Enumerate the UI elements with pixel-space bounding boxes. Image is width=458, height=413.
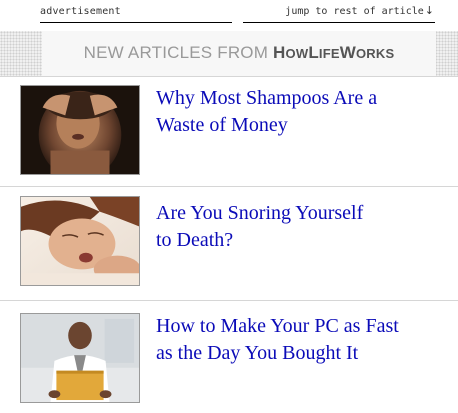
article-title-line[interactable]: How to Make Your PC as Fast [156, 315, 399, 337]
brand-name: HOWLIFEWORKS [273, 43, 395, 62]
jump-to-article-label[interactable]: jump to rest of article [285, 6, 423, 17]
article-title-line[interactable]: as the Day You Bought It [156, 342, 358, 364]
article-title-line[interactable]: to Death? [156, 229, 233, 251]
article-title-line[interactable]: Waste of Money [156, 114, 288, 136]
article-title-line[interactable]: Are You Snoring Yourself [156, 202, 363, 224]
jump-to-article-link[interactable]: jump to rest of article↓ [236, 4, 434, 17]
woman-shampoo-photo[interactable] [20, 85, 140, 175]
top-bar: advertisement jump to rest of article↓ [0, 0, 458, 30]
section-title-prefix: NEW ARTICLES FROM [83, 43, 274, 62]
section-title: NEW ARTICLES FROM HOWLIFEWORKS [42, 43, 436, 63]
advertisement-underline [40, 22, 232, 23]
article-item-snoring[interactable]: Are You Snoring Yourself to Death? [0, 187, 458, 300]
article-title-line[interactable]: Why Most Shampoos Are a [156, 87, 377, 109]
article-item-pc-speed[interactable]: How to Make Your PC as Fast as the Day Y… [0, 301, 458, 413]
article-title-pc-speed[interactable]: How to Make Your PC as Fast as the Day Y… [156, 313, 446, 367]
down-arrow-icon[interactable]: ↓ [425, 4, 434, 17]
section-header-panel: NEW ARTICLES FROM HOWLIFEWORKS [42, 31, 436, 76]
article-title-snoring[interactable]: Are You Snoring Yourself to Death? [156, 200, 446, 254]
jump-link-underline [243, 22, 435, 23]
section-header: NEW ARTICLES FROM HOWLIFEWORKS [0, 31, 458, 76]
advertisement-label: advertisement [40, 6, 121, 17]
man-laptop-photo[interactable] [20, 313, 140, 403]
article-item-shampoo[interactable]: Why Most Shampoos Are a Waste of Money [0, 77, 458, 185]
article-title-shampoo[interactable]: Why Most Shampoos Are a Waste of Money [156, 85, 446, 139]
woman-sleeping-photo[interactable] [20, 196, 140, 286]
